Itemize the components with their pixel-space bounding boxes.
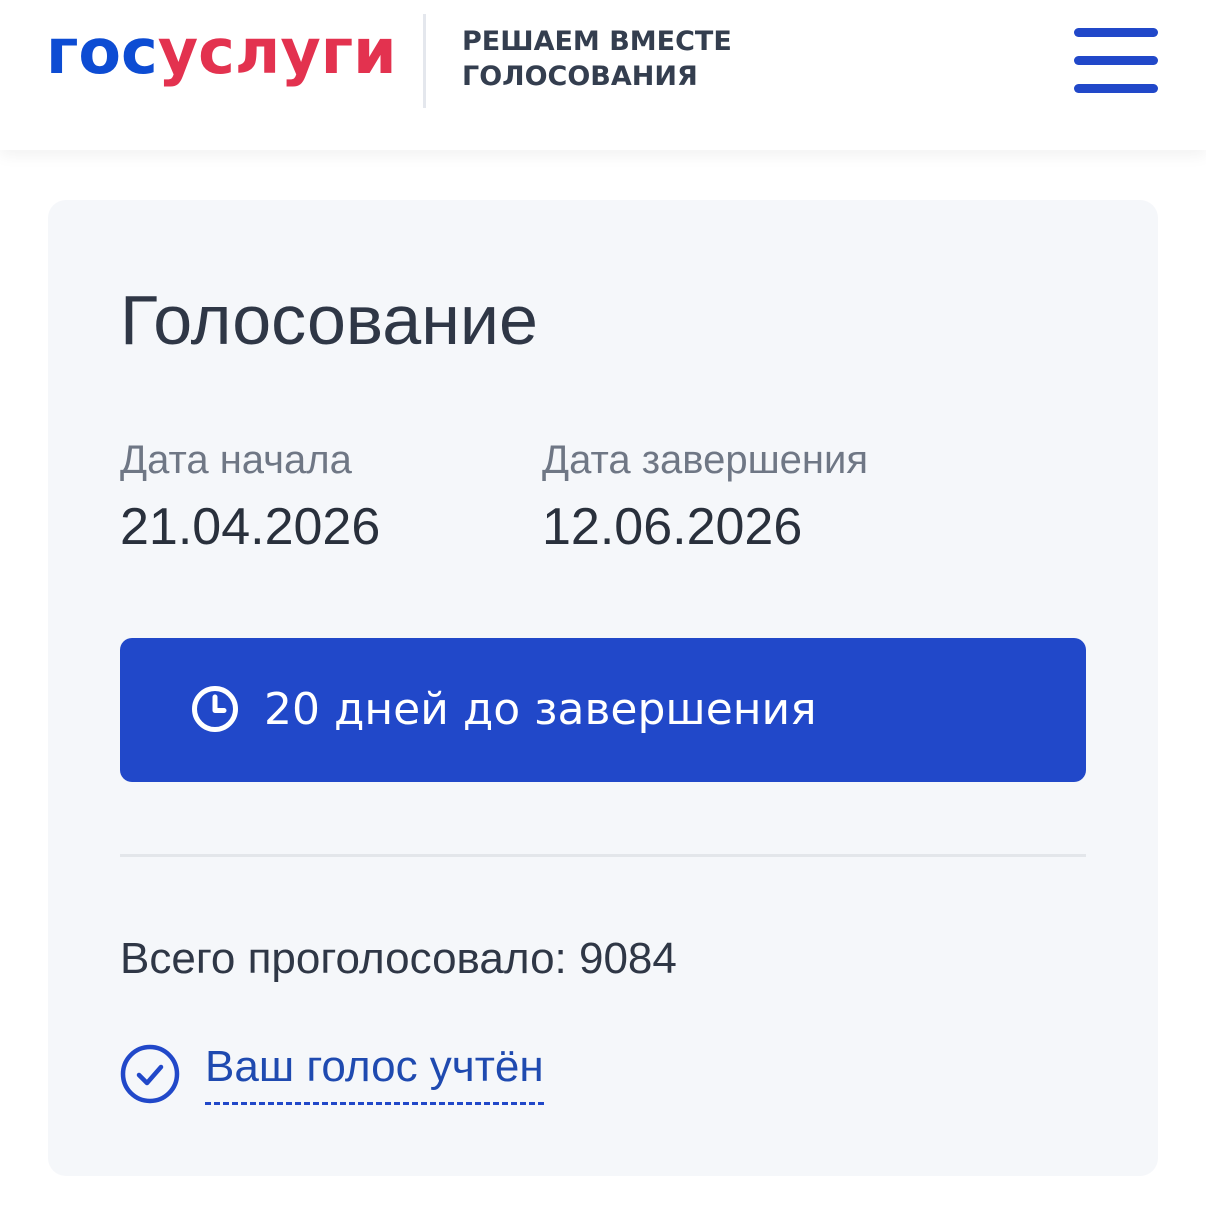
total-votes-text: Всего проголосовало: 9084 (120, 934, 677, 983)
end-date-block: Дата завершения 12.06.2026 (542, 436, 868, 558)
start-date-label: Дата начала (120, 438, 352, 482)
hamburger-menu-icon[interactable] (1074, 28, 1158, 94)
countdown-text: 20 дней до завершения (264, 684, 817, 735)
end-date-label: Дата завершения (542, 438, 868, 482)
logo-part-gos: гос (46, 15, 158, 88)
menu-line (1074, 56, 1158, 65)
menu-line (1074, 28, 1158, 37)
logo-part-uslugi: услуги (157, 15, 397, 88)
start-date-block: Дата начала 21.04.2026 (120, 436, 380, 558)
end-date-value: 12.06.2026 (542, 498, 803, 556)
clock-icon (192, 686, 238, 732)
gosuslugi-logo[interactable]: госуслуги (46, 12, 397, 92)
header-divider (423, 14, 426, 108)
check-circle-icon (120, 1044, 180, 1104)
divider (120, 854, 1086, 857)
countdown-banner[interactable]: 20 дней до завершения (120, 638, 1086, 782)
tagline-line-1: РЕШАЕМ ВМЕСТЕ (462, 26, 732, 57)
voting-card: Голосование Дата начала 21.04.2026 Дата … (48, 200, 1158, 1176)
menu-line (1074, 84, 1158, 93)
page-title: Голосование (120, 281, 538, 359)
start-date-value: 21.04.2026 (120, 498, 381, 556)
tagline-line-2: ГОЛОСОВАНИЯ (462, 61, 698, 92)
vote-counted-link[interactable]: Ваш голос учтён (205, 1040, 544, 1105)
header: госуслуги РЕШАЕМ ВМЕСТЕ ГОЛОСОВАНИЯ (0, 0, 1206, 150)
header-tagline: РЕШАЕМ ВМЕСТЕ ГОЛОСОВАНИЯ (462, 24, 732, 94)
